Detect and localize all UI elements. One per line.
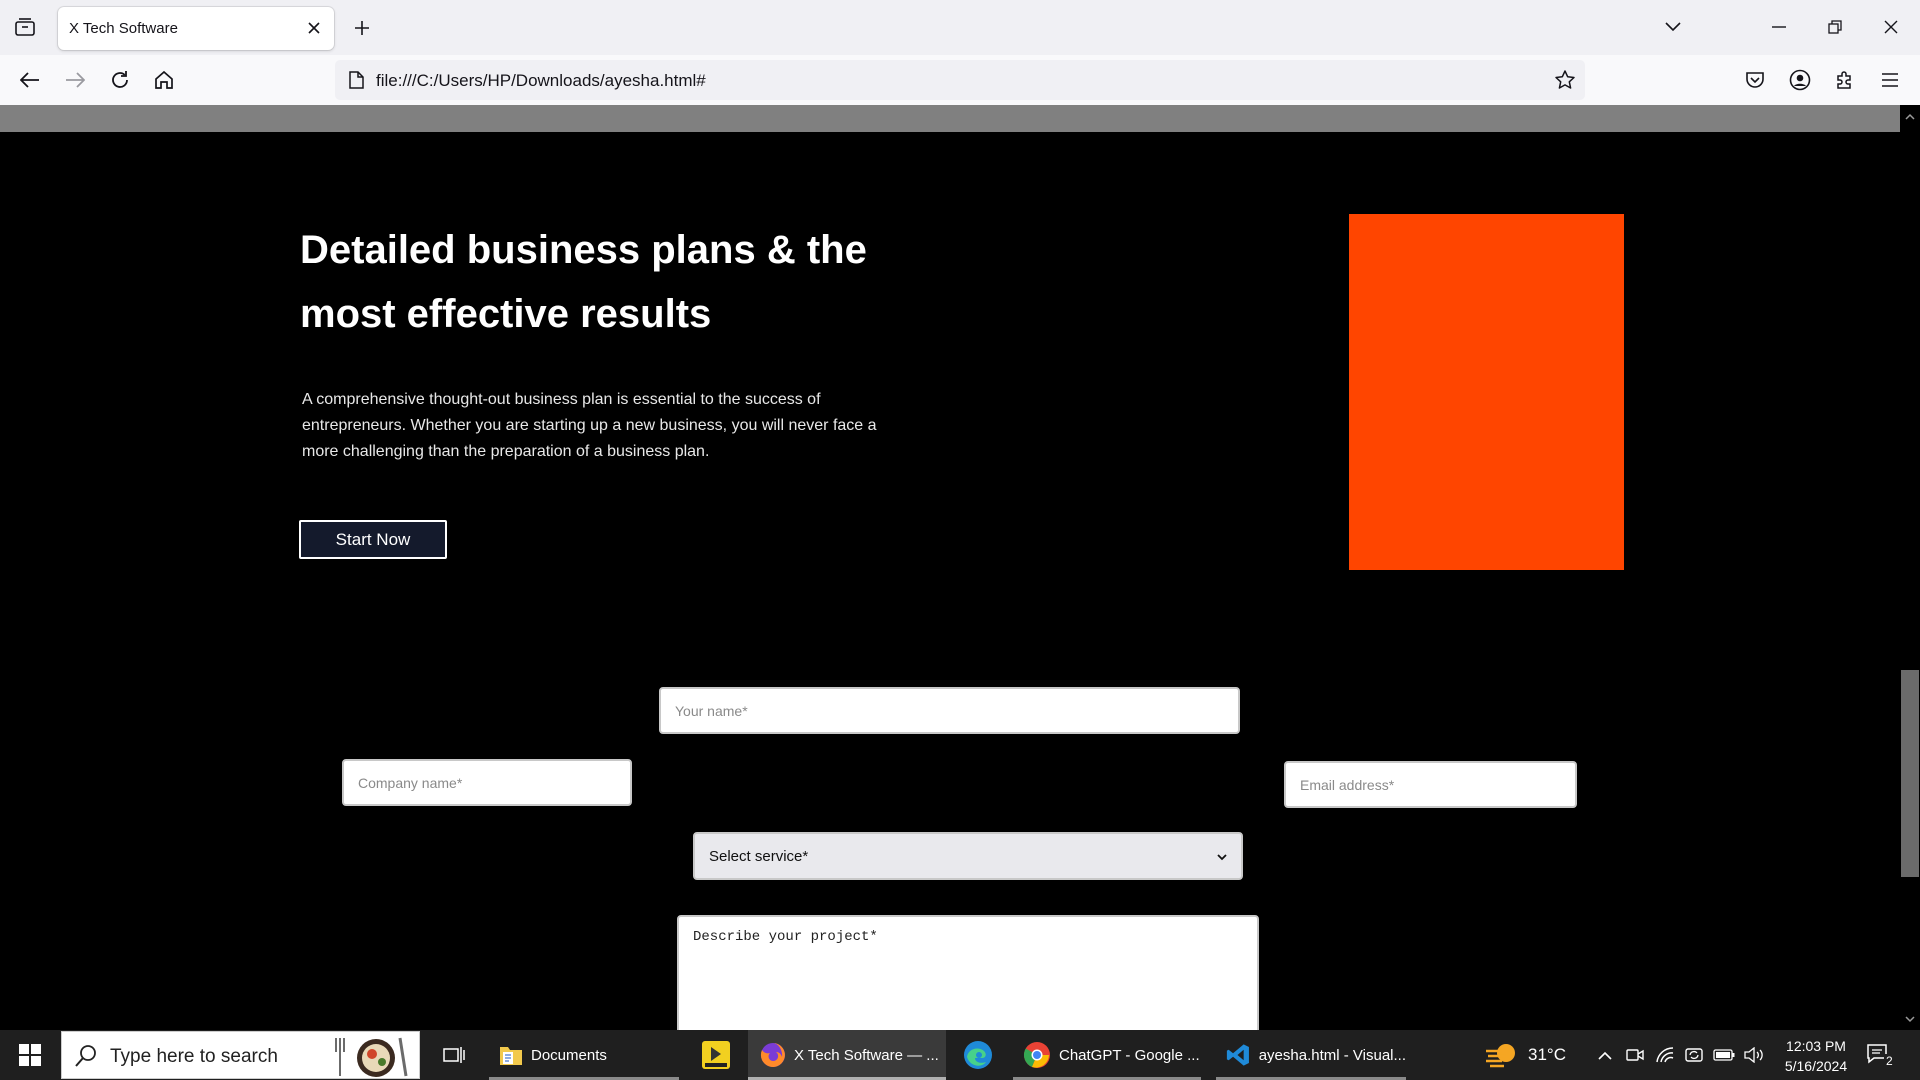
scroll-up-arrow-icon[interactable]: [1903, 109, 1917, 123]
minimize-icon[interactable]: [1756, 10, 1802, 44]
edge-icon: [964, 1041, 992, 1069]
close-window-icon[interactable]: [1868, 10, 1914, 44]
tab-title: X Tech Software: [69, 20, 178, 37]
bookmark-star-icon[interactable]: [1553, 68, 1577, 92]
search-icon: [75, 1045, 96, 1067]
project-description-textarea[interactable]: [677, 915, 1259, 1030]
new-tab-plus-icon[interactable]: [347, 13, 377, 43]
page-icon: [345, 69, 367, 91]
scroll-down-arrow-icon[interactable]: [1903, 1012, 1917, 1026]
battery-icon[interactable]: [1712, 1030, 1736, 1080]
vscode-icon: [1226, 1044, 1249, 1066]
taskbar-item-kmplayer[interactable]: [692, 1030, 740, 1080]
browser-navigation-bar: file:///C:/Users/HP/Downloads/ayesha.htm…: [0, 55, 1920, 105]
start-now-button[interactable]: Start Now: [299, 520, 447, 559]
reload-icon[interactable]: [102, 63, 138, 97]
windows-start-icon[interactable]: [8, 1035, 52, 1075]
taskbar-item-edge[interactable]: [954, 1030, 1002, 1080]
chevron-down-icon: [1217, 848, 1227, 865]
list-all-tabs-chevron-icon[interactable]: [1650, 10, 1696, 44]
system-clock[interactable]: 12:03 PM 5/16/2024: [1772, 1036, 1860, 1076]
taskbar-item-label: Documents: [531, 1046, 607, 1064]
scrollbar-thumb[interactable]: [1901, 670, 1919, 877]
taskbar-item-label: ayesha.html - Visual...: [1258, 1046, 1406, 1064]
page-scrollbar[interactable]: [1900, 105, 1920, 1030]
weather-temperature: 31°C: [1528, 1045, 1566, 1064]
taskbar-item-label: ChatGPT - Google ...: [1059, 1046, 1200, 1064]
close-tab-icon[interactable]: [302, 16, 326, 40]
notification-center-icon[interactable]: 2: [1866, 1042, 1896, 1070]
pocket-icon[interactable]: [1737, 63, 1773, 97]
extensions-puzzle-icon[interactable]: [1827, 63, 1863, 97]
email-input[interactable]: [1284, 761, 1577, 808]
clock-date: 5/16/2024: [1784, 1058, 1848, 1074]
taskbar-item-vscode[interactable]: ayesha.html - Visual...: [1216, 1030, 1406, 1080]
wifi-icon[interactable]: [1654, 1030, 1676, 1080]
notification-count-badge: 2: [1884, 1054, 1895, 1068]
forward-arrow-icon[interactable]: [57, 63, 93, 97]
firefox-icon: [760, 1043, 785, 1067]
search-highlight-food-icon: [335, 1037, 408, 1077]
sync-icon[interactable]: [1683, 1030, 1705, 1080]
weather-widget[interactable]: 31°C: [1484, 1030, 1566, 1080]
task-view-icon[interactable]: [434, 1030, 474, 1080]
home-icon[interactable]: [146, 63, 182, 97]
company-name-input[interactable]: [342, 759, 632, 806]
taskbar-item-chrome[interactable]: ChatGPT - Google ...: [1013, 1030, 1201, 1080]
meet-now-camera-icon[interactable]: [1624, 1030, 1646, 1080]
hero-description: A comprehensive thought-out business pla…: [302, 391, 877, 460]
player-app-icon: [702, 1041, 730, 1069]
restore-icon[interactable]: [1812, 10, 1858, 44]
service-select[interactable]: Select service*: [693, 832, 1243, 880]
browser-tab-active[interactable]: X Tech Software: [58, 7, 334, 50]
taskbar-item-firefox[interactable]: X Tech Software — ...: [748, 1030, 946, 1080]
taskbar-item-documents[interactable]: Documents: [489, 1030, 679, 1080]
hero-title: Detailed business plans & the most effec…: [300, 228, 867, 336]
weather-hot-icon: [1486, 1044, 1515, 1068]
tab-list-icon[interactable]: [10, 12, 40, 42]
taskbar-search-box[interactable]: Type here to search: [61, 1031, 420, 1079]
windows-taskbar: Type here to search Documents X Tech Sof…: [0, 1030, 1920, 1080]
chrome-icon: [1023, 1042, 1050, 1068]
back-arrow-icon[interactable]: [12, 63, 48, 97]
clock-time: 12:03 PM: [1786, 1038, 1846, 1054]
folder-icon: [500, 1047, 522, 1065]
account-icon[interactable]: [1782, 63, 1818, 97]
taskbar-item-label: X Tech Software — ...: [794, 1046, 939, 1064]
service-select-value: Select service*: [709, 847, 809, 865]
address-bar[interactable]: file:///C:/Users/HP/Downloads/ayesha.htm…: [335, 60, 1585, 100]
browser-tab-strip: X Tech Software: [0, 0, 1920, 55]
url-text[interactable]: file:///C:/Users/HP/Downloads/ayesha.htm…: [376, 71, 706, 91]
page-viewport: Detailed business plans & the most effec…: [0, 105, 1900, 1030]
hero-image-placeholder: [1349, 214, 1624, 570]
search-placeholder: Type here to search: [110, 1046, 278, 1067]
menu-hamburger-icon[interactable]: [1872, 63, 1908, 97]
name-input[interactable]: [659, 687, 1240, 734]
volume-icon[interactable]: [1742, 1030, 1766, 1080]
show-hidden-icons-chevron-icon[interactable]: [1594, 1030, 1616, 1080]
header-band: [0, 105, 1900, 132]
